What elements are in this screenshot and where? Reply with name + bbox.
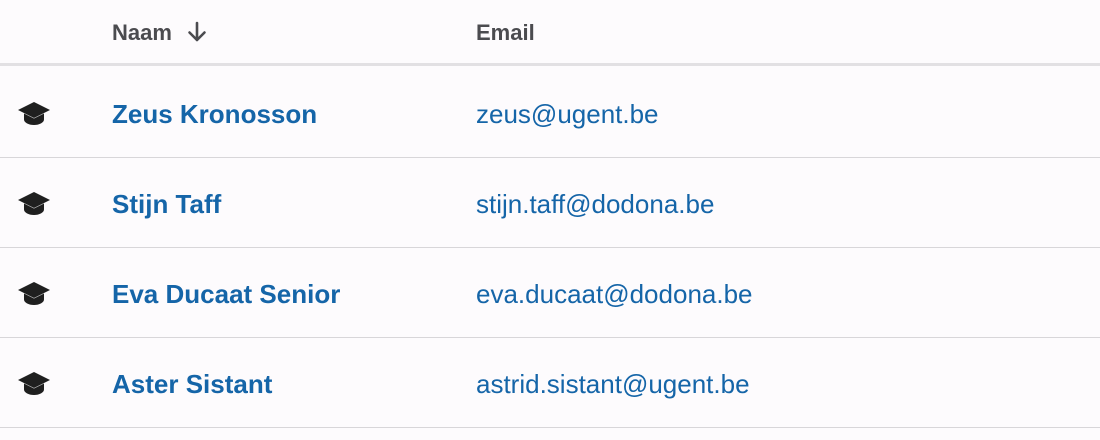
- user-email-link[interactable]: stijn.taff@dodona.be: [476, 188, 714, 220]
- graduation-cap-icon: [18, 102, 50, 125]
- user-name-link[interactable]: Eva Ducaat Senior: [112, 278, 340, 310]
- graduation-cap-icon: [18, 372, 50, 395]
- graduation-cap-icon: [18, 192, 50, 215]
- user-email-link[interactable]: eva.ducaat@dodona.be: [476, 278, 753, 310]
- table-row: Aster Sistant astrid.sistant@ugent.be: [0, 338, 1100, 428]
- table-row: Zeus Kronosson zeus@ugent.be: [0, 68, 1100, 158]
- user-name-link[interactable]: Aster Sistant: [112, 368, 272, 400]
- table-row: Stijn Taff stijn.taff@dodona.be: [0, 158, 1100, 248]
- column-header-email[interactable]: Email: [476, 20, 535, 46]
- user-email-link[interactable]: zeus@ugent.be: [476, 98, 659, 130]
- user-name-link[interactable]: Zeus Kronosson: [112, 98, 317, 130]
- column-header-name[interactable]: Naam: [112, 20, 172, 46]
- arrow-down-icon[interactable]: [186, 20, 208, 44]
- table-row: Eva Ducaat Senior eva.ducaat@dodona.be: [0, 248, 1100, 338]
- graduation-cap-icon: [18, 282, 50, 305]
- user-email-link[interactable]: astrid.sistant@ugent.be: [476, 368, 750, 400]
- table-header: Naam Email: [0, 0, 1100, 66]
- user-name-link[interactable]: Stijn Taff: [112, 188, 221, 220]
- users-table: Naam Email Zeus Kronosson zeus@ugent.be …: [0, 0, 1100, 440]
